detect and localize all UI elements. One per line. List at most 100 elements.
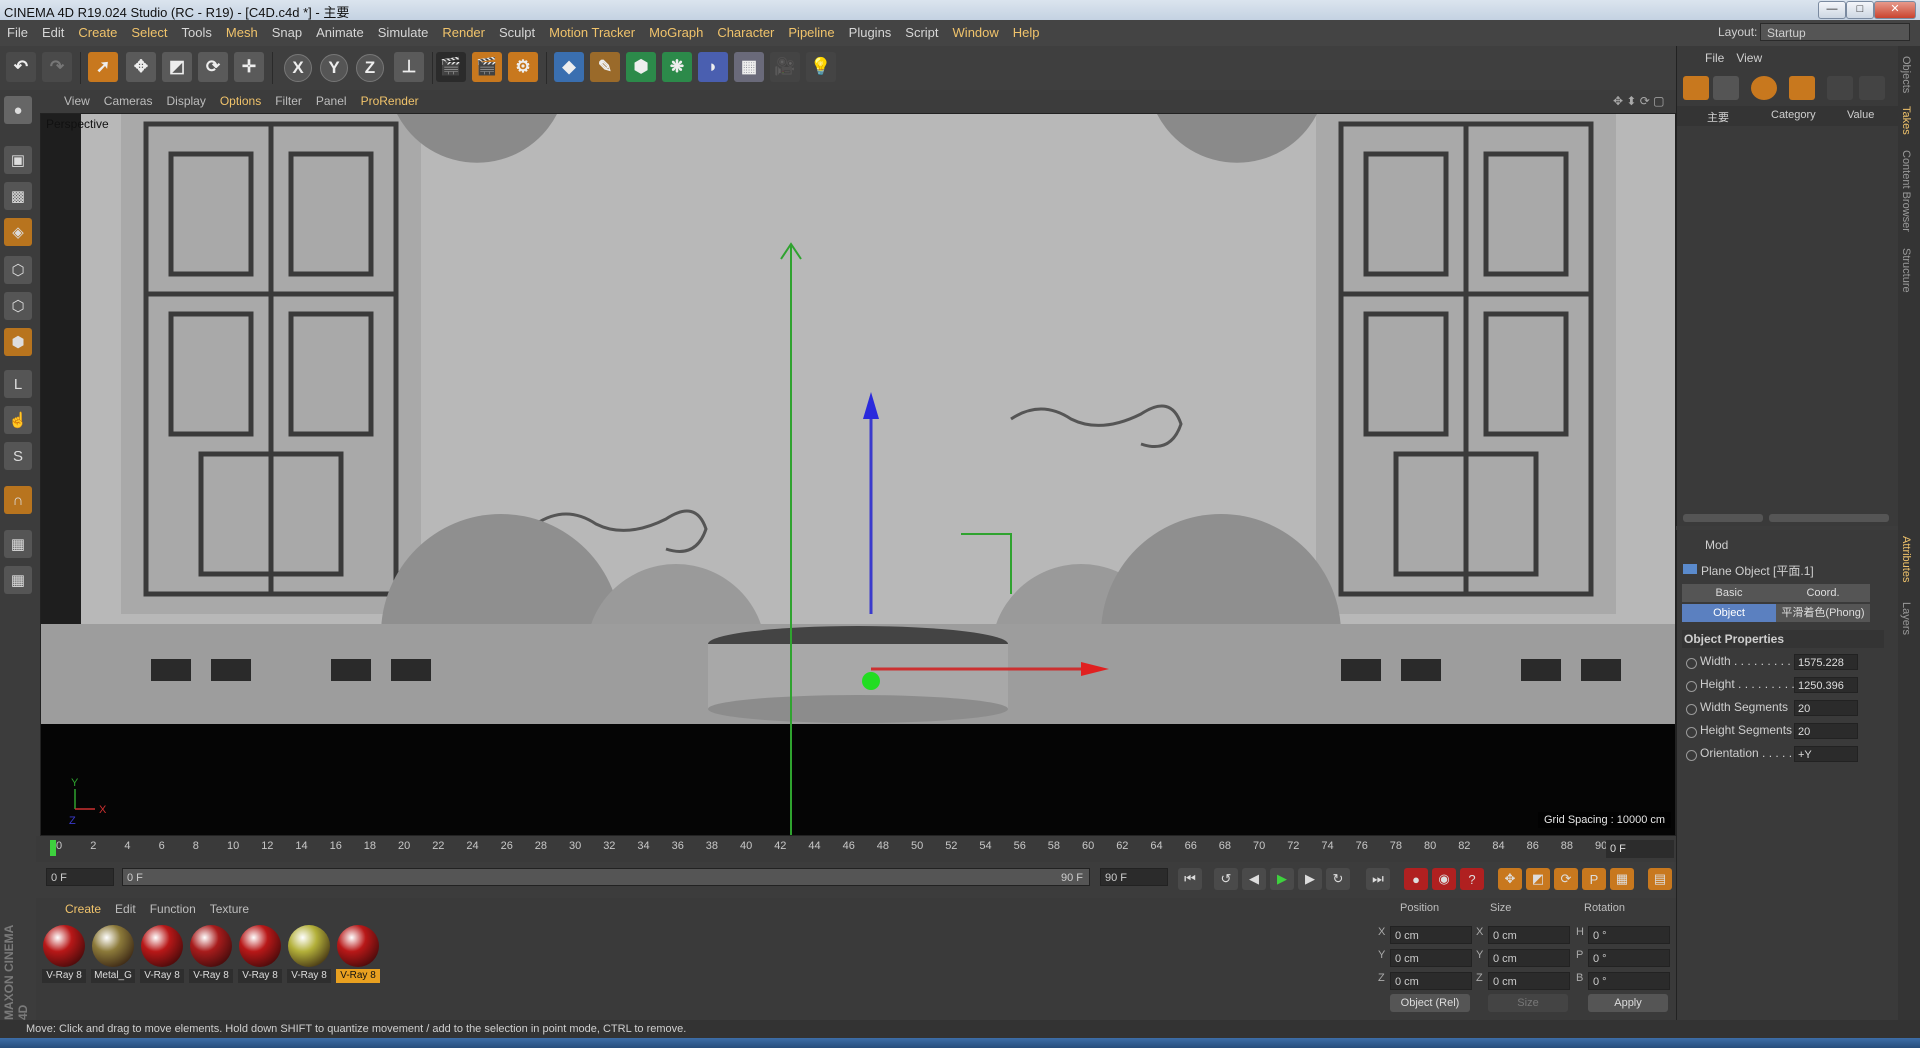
vp-menu-prorender[interactable]: ProRender bbox=[354, 90, 426, 112]
timeline-current-frame[interactable]: 0 F bbox=[1606, 840, 1674, 858]
render-picture-viewer-icon[interactable]: 🎬 bbox=[472, 52, 502, 82]
x-axis-lock-icon[interactable]: X bbox=[284, 54, 312, 82]
redo-icon[interactable]: ↷ bbox=[42, 52, 72, 82]
object-tool-3-icon[interactable] bbox=[1751, 76, 1777, 100]
select-tool-icon[interactable]: ➚ bbox=[88, 52, 118, 82]
material-swatch[interactable]: V-Ray 8 bbox=[42, 925, 86, 983]
menu-select[interactable]: Select bbox=[124, 20, 174, 46]
object-tool-2-icon[interactable] bbox=[1713, 76, 1739, 100]
rotation-field[interactable]: 0 ° bbox=[1588, 926, 1670, 944]
pen-spline-icon[interactable]: ✎ bbox=[590, 52, 620, 82]
menu-motion-tracker[interactable]: Motion Tracker bbox=[542, 20, 642, 46]
menu-render[interactable]: Render bbox=[435, 20, 492, 46]
transform-tool-icon[interactable]: ✛ bbox=[234, 52, 264, 82]
vp-menu-options[interactable]: Options bbox=[213, 90, 268, 112]
next-key-icon[interactable]: ↻ bbox=[1326, 868, 1350, 890]
cube-icon[interactable]: ◆ bbox=[554, 52, 584, 82]
object-tool-5-icon[interactable] bbox=[1827, 76, 1853, 100]
mat-menu-function[interactable]: Function bbox=[143, 898, 203, 920]
solo-mode-icon[interactable]: S bbox=[4, 442, 32, 470]
axis-mode-icon[interactable]: L bbox=[4, 370, 32, 398]
property-value-field[interactable]: +Y bbox=[1794, 746, 1858, 762]
animate-property-icon[interactable] bbox=[1686, 681, 1697, 692]
size-mode-select[interactable]: Size bbox=[1488, 994, 1568, 1012]
menu-create[interactable]: Create bbox=[71, 20, 124, 46]
menu-plugins[interactable]: Plugins bbox=[842, 20, 899, 46]
key-scale-icon[interactable]: ◩ bbox=[1526, 868, 1550, 890]
object-tool-4-icon[interactable] bbox=[1789, 76, 1815, 100]
scale-tool-icon[interactable]: ◩ bbox=[162, 52, 192, 82]
next-frame-icon[interactable]: ▶ bbox=[1298, 868, 1322, 890]
menu-sculpt[interactable]: Sculpt bbox=[492, 20, 542, 46]
object-hscrollbar-right[interactable] bbox=[1769, 514, 1889, 522]
go-to-end-icon[interactable]: ⏭ bbox=[1366, 868, 1390, 890]
play-icon[interactable]: ▶ bbox=[1270, 868, 1294, 890]
key-rotation-icon[interactable]: ⟳ bbox=[1554, 868, 1578, 890]
animate-property-icon[interactable] bbox=[1686, 704, 1697, 715]
go-to-start-icon[interactable]: ⏮ bbox=[1178, 868, 1202, 890]
render-view-icon[interactable]: 🎬 bbox=[436, 52, 466, 82]
property-value-field[interactable]: 20 bbox=[1794, 723, 1858, 739]
tab-coord[interactable]: Coord. bbox=[1776, 584, 1870, 602]
perspective-viewport[interactable]: Y X Z bbox=[40, 113, 1676, 836]
menu-character[interactable]: Character bbox=[710, 20, 781, 46]
minimize-button[interactable]: — bbox=[1818, 1, 1846, 19]
animate-property-icon[interactable] bbox=[1686, 658, 1697, 669]
start-frame-field[interactable]: 0 F bbox=[46, 868, 114, 886]
material-swatch[interactable]: V-Ray 8 bbox=[140, 925, 184, 983]
menu-simulate[interactable]: Simulate bbox=[371, 20, 436, 46]
menu-pipeline[interactable]: Pipeline bbox=[781, 20, 841, 46]
edges-mode-icon[interactable]: ⬡ bbox=[4, 292, 32, 320]
move-tool-icon[interactable]: ✥ bbox=[126, 52, 156, 82]
rotation-field[interactable]: 0 ° bbox=[1588, 972, 1670, 990]
attr-mode-label[interactable]: Mod bbox=[1705, 538, 1728, 552]
record-active-icon[interactable]: ● bbox=[1404, 868, 1428, 890]
model-mode-icon[interactable]: ▣ bbox=[4, 146, 32, 174]
menu-animate[interactable]: Animate bbox=[309, 20, 371, 46]
mat-menu-create[interactable]: Create bbox=[58, 898, 108, 920]
previous-key-icon[interactable]: ↺ bbox=[1214, 868, 1238, 890]
object-tool-6-icon[interactable] bbox=[1859, 76, 1885, 100]
size-field[interactable]: 0 cm bbox=[1488, 972, 1570, 990]
vp-menu-cameras[interactable]: Cameras bbox=[97, 90, 160, 112]
tab-basic[interactable]: Basic bbox=[1682, 584, 1776, 602]
position-field[interactable]: 0 cm bbox=[1390, 972, 1472, 990]
material-swatch[interactable]: Metal_G bbox=[91, 925, 135, 983]
texture-mode-icon[interactable]: ▩ bbox=[4, 182, 32, 210]
array-icon[interactable]: ❋ bbox=[662, 52, 692, 82]
tab-object[interactable]: Object bbox=[1682, 604, 1776, 622]
close-button[interactable]: ✕ bbox=[1874, 1, 1916, 19]
key-parameter-icon[interactable]: P bbox=[1582, 868, 1606, 890]
menu-tools[interactable]: Tools bbox=[175, 20, 219, 46]
obj-menu-view[interactable]: View bbox=[1730, 46, 1768, 70]
key-pla-icon[interactable]: ▦ bbox=[1610, 868, 1634, 890]
polygons-mode-icon[interactable]: ⬢ bbox=[4, 328, 32, 356]
animate-property-icon[interactable] bbox=[1686, 727, 1697, 738]
undo-icon[interactable]: ↶ bbox=[6, 52, 36, 82]
keyframe-selection-icon[interactable]: ? bbox=[1460, 868, 1484, 890]
vp-menu-view[interactable]: View bbox=[36, 90, 97, 112]
side-tab-objects[interactable]: Objects bbox=[1900, 56, 1912, 93]
autokey-icon[interactable]: ◉ bbox=[1432, 868, 1456, 890]
deformer-icon[interactable]: ◗ bbox=[698, 52, 728, 82]
material-swatch[interactable]: V-Ray 8 bbox=[336, 925, 380, 983]
side-tab-content-browser[interactable]: Content Browser bbox=[1900, 150, 1912, 232]
planar-workplane-icon[interactable]: ▦ bbox=[4, 566, 32, 594]
viewport-nav-icons[interactable]: ✥ ⬍ ⟳ ▢ bbox=[1606, 90, 1672, 112]
object-hscrollbar-left[interactable] bbox=[1683, 514, 1763, 522]
animate-property-icon[interactable] bbox=[1686, 750, 1697, 761]
coordinate-mode-select[interactable]: Object (Rel) bbox=[1390, 994, 1470, 1012]
side-tab-structure[interactable]: Structure bbox=[1900, 248, 1912, 293]
points-mode-icon[interactable]: ⬡ bbox=[4, 256, 32, 284]
mat-menu-texture[interactable]: Texture bbox=[203, 898, 256, 920]
tweak-mode-icon[interactable]: ☝ bbox=[4, 406, 32, 434]
frame-range-slider[interactable]: 0 F 90 F bbox=[122, 868, 1090, 886]
position-field[interactable]: 0 cm bbox=[1390, 949, 1472, 967]
apply-button[interactable]: Apply bbox=[1588, 994, 1668, 1012]
menu-file[interactable]: File bbox=[0, 20, 35, 46]
camera-icon[interactable]: 🎥 bbox=[770, 52, 800, 82]
maximize-button[interactable]: □ bbox=[1846, 1, 1874, 19]
menu-window[interactable]: Window bbox=[946, 20, 1006, 46]
size-field[interactable]: 0 cm bbox=[1488, 926, 1570, 944]
timeline-window-icon[interactable]: ▤ bbox=[1648, 868, 1672, 890]
